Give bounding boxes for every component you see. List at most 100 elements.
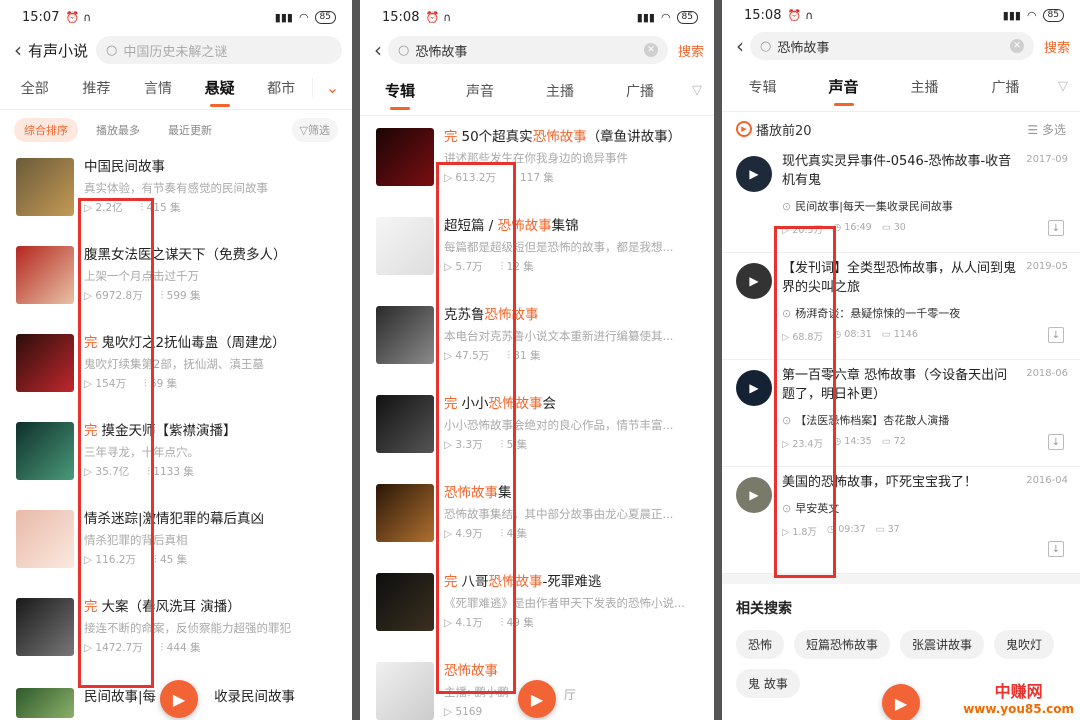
play-icon: ▶ [172,689,186,709]
multi-select-button[interactable]: ☰ 多选 [1027,121,1066,138]
sort-recent[interactable]: 最近更新 [158,118,222,142]
album-title-line: 情杀迷踪|激情犯罪的幕后真凶 [84,510,338,528]
list-item[interactable]: 超短篇 / 恐怖故事集锦 每篇都是超级短但是恐怖的故事，都是我想... ▷ 5.7万… [360,209,714,298]
album-title-suffix: 集 [498,485,512,501]
play-icon: ▷ [84,202,96,214]
search-button[interactable]: 搜索 [1044,37,1070,56]
back-icon[interactable]: ‹ [736,36,744,56]
tab-radio[interactable]: 广播 [600,81,680,101]
tab-all[interactable]: 全部 [4,78,66,98]
tab-hosts[interactable]: 主播 [520,81,600,101]
tab-suspense[interactable]: 悬疑 [189,77,251,107]
completed-badge: 完 [444,574,458,590]
episode-count-value: 117 集 [519,172,554,184]
status-time: 15:08 [382,9,420,25]
album-meta: ▷ 1472.7万 ⫶ 444 集 [84,641,338,655]
episode-count-value: 59 集 [149,378,178,390]
comment-icon: ▭ [881,436,894,447]
list-item[interactable]: 中国民间故事 真实体验，有节奏有感觉的民间故事 ▷ 2.2亿 ⫶ 415 集 [0,150,352,238]
sound-item[interactable]: ▶ 现代真实灵异事件-0546-恐怖故事-收音机有鬼 ⊙ 民间故事|每天一集收录民间故… [722,146,1080,253]
album-title-line: 完小小恐怖故事会 [444,395,700,413]
sort-comprehensive[interactable]: 综合排序 [14,118,78,142]
search-input[interactable]: ○ 中国历史未解之谜 [96,36,342,64]
list-item[interactable]: 腹黑女法医之谋天下（免费多人） 上架一个月点击过千万 ▷ 6972.8万 ⫶ 599 … [0,238,352,326]
download-icon[interactable]: ↓ [1048,541,1064,557]
sound-item[interactable]: ▶ 【发刊词】全类型恐怖故事，从人间到鬼界的尖叫之旅 ⊙ 杨湃奇谈：悬疑惊悚的一千零一… [722,253,1080,360]
episode-count-value: 5 集 [506,439,528,451]
wifi-icon: ◠ [1026,8,1037,22]
list-item[interactable]: 情杀迷踪|激情犯罪的幕后真凶 情杀犯罪的背后真相 ▷ 116.2万 ⫶ 45 集 [0,502,352,590]
tab-albums[interactable]: 专辑 [360,80,440,110]
filter-icon[interactable]: ▽ [1046,79,1080,94]
list-item[interactable]: 完小小恐怖故事会 小小恐怖故事会绝对的良心作品，情节丰富... ▷ 3.3万 ⫶ 5 … [360,387,714,476]
keyword-highlight: 恐怖故事 [488,574,543,590]
section-title: 播放前20 [756,123,812,139]
tab-romance[interactable]: 言情 [127,78,189,98]
album-cover [376,484,434,542]
play-count-value: 4.1万 [455,617,483,629]
play-button[interactable]: ▶ [518,680,556,718]
download-icon[interactable]: ↓ [1048,220,1064,236]
download-icon[interactable]: ↓ [1048,434,1064,450]
comment-stat: ▭ 72 [882,436,906,450]
sort-most-played[interactable]: 播放最多 [86,118,150,142]
list-item[interactable]: 恐怖故事集 恐怖故事集结，其中部分故事由龙心夏晨正... ▷ 4.9万 ⫶ 4 集 [360,476,714,565]
album-cover [16,246,74,304]
list-item[interactable]: 克苏鲁恐怖故事 本电台对克苏鲁小说文本重新进行编纂使其... ▷ 47.5万 ⫶ 31… [360,298,714,387]
filter-icon[interactable]: ▽ [680,83,714,98]
tab-albums[interactable]: 专辑 [722,77,803,97]
sound-item[interactable]: ▶ 美国的恐怖故事，吓死宝宝我了！ ⊙ 早安英文 ▷ 1.8万 ◷ 09:37 ▭ 37 20… [722,467,1080,574]
top-bar: ‹ 有声小说 ○ 中国历史未解之谜 [0,34,352,66]
list-item[interactable]: 完 50个超真实恐怖故事（章鱼讲故事） 讲述那些发生在你我身边的诡异事件 ▷ 613.… [360,120,714,209]
list-item[interactable]: 完摸金天师【紫襟演播】 三年寻龙，十年点穴。 ▷ 35.7亿 ⫶ 1133 集 [0,414,352,502]
list-item[interactable]: 完大案（春风洗耳 演播） 接连不断的命案，反侦察能力超强的罪犯 ▷ 1472.7万 ⫶… [0,590,352,678]
avatar: ▶ [736,263,772,299]
album-title-suffix: -死罪难逃 [542,574,602,590]
search-input[interactable]: ○ 恐怖故事 ✕ [388,36,668,64]
play-circle-icon: ▶ [736,121,752,137]
watermark-logo: 中赚网 [994,682,1043,701]
tab-sounds[interactable]: 声音 [803,76,884,106]
headset-icon: ∩ [805,8,814,22]
avatar: ▶ [736,477,772,513]
tab-urban[interactable]: 都市 [250,78,312,98]
filter-button[interactable]: ▽筛选 [291,118,338,142]
album-title: 鬼吹灯之2抚仙毒蛊（周建龙） [101,335,286,351]
album-title-line: 完大案（春风洗耳 演播） [84,598,338,616]
tab-radio[interactable]: 广播 [965,77,1046,97]
album-desc: 讲述那些发生在你我身边的诡异事件 [444,151,628,165]
back-icon[interactable]: ‹ [374,40,382,60]
download-icon[interactable]: ↓ [1048,327,1064,343]
related-tag[interactable]: 恐怖 [736,630,785,659]
sound-item[interactable]: ▶ 第一百零六章 恐怖故事（今设备天出问题了，明日补更） ⊙ 【法医恐怖档案】杏花散人… [722,360,1080,467]
related-tag[interactable]: 鬼吹灯 [994,630,1055,659]
episode-count-value: 31 集 [513,350,541,362]
related-tag[interactable]: 张震讲故事 [900,630,985,659]
sound-info: 现代真实灵异事件-0546-恐怖故事-收音机有鬼 ⊙ 民间故事|每天一集收录民间故事… [782,146,1066,252]
search-button[interactable]: 搜索 [678,41,704,60]
avatar: ▶ [736,370,772,406]
play-icon: ▷ [84,642,96,654]
clear-icon[interactable]: ✕ [643,43,658,57]
album-meta: ▷ 5169 [444,705,700,719]
search-input[interactable]: ○ 恐怖故事 ✕ [750,32,1034,60]
list-item[interactable]: 完八哥恐怖故事-死罪难逃 《死罪难逃》是由作者甲天下发表的恐怖小说... ▷ 4.1… [360,565,714,654]
play-button[interactable]: ▶ [160,680,198,718]
related-tag[interactable]: 鬼 故事 [736,669,800,698]
duration-value: 08:31 [844,329,872,340]
clear-icon[interactable]: ✕ [1009,39,1024,53]
sound-info: 美国的恐怖故事，吓死宝宝我了！ ⊙ 早安英文 ▷ 1.8万 ◷ 09:37 ▭ 37 [782,467,1066,573]
tab-recommend[interactable]: 推荐 [66,78,128,98]
play-icon: ▷ [782,225,793,236]
tab-hosts[interactable]: 主播 [884,77,965,97]
back-icon[interactable]: ‹ [14,40,22,60]
album-title-suffix: （章鱼讲故事） [586,129,682,145]
play-icon: ▶ [749,381,759,395]
completed-badge: 完 [444,129,458,145]
chevron-down-icon[interactable]: ⌄ [311,78,352,97]
tab-sounds[interactable]: 声音 [440,81,520,101]
episode-count: ⫶ 45 集 [154,553,187,567]
list-item[interactable]: 完鬼吹灯之2抚仙毒蛊（周建龙） 鬼吹灯续集第2部，抚仙湖、滇王墓 ▷ 154万 ⫶ 5… [0,326,352,414]
play-button[interactable]: ▶ [882,684,920,720]
related-tag[interactable]: 短篇恐怖故事 [794,630,891,659]
